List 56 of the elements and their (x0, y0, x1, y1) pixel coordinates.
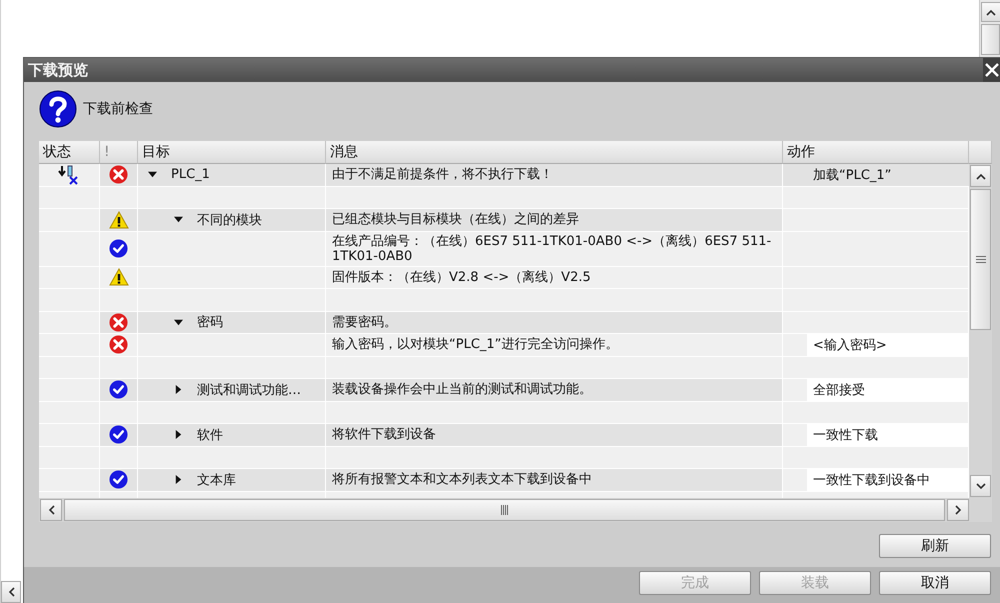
scroll-thumb[interactable] (64, 499, 945, 521)
scroll-right-button[interactable] (947, 499, 969, 521)
action-dropdown[interactable]: 全部接受 (807, 379, 969, 400)
scroll-up-button[interactable] (981, 2, 1000, 22)
message-text: 装载设备操作会中止当前的测试和调试功能。 (332, 381, 592, 400)
message-text: 由于不满足前提条件，将不执行下载！ (332, 166, 553, 184)
message-text: 输入密码，以对模块“PLC_1”进行完全访问操作。 (332, 336, 618, 354)
message-text: 需要密码。 (332, 314, 397, 332)
scroll-down-icon (976, 482, 986, 490)
scroll-thumb[interactable] (970, 189, 991, 330)
action-text: 加载“PLC_1” (783, 164, 969, 186)
heading: 下载前检查 (83, 100, 153, 118)
target-name: PLC_1 (171, 167, 210, 182)
collapsed-arrow-icon[interactable] (174, 430, 183, 440)
column-header[interactable]: 动作 (783, 141, 969, 164)
refresh-button[interactable]: 刷新 (879, 534, 991, 558)
target-name: 文本库 (197, 472, 236, 489)
scroll-left-icon (8, 587, 14, 597)
scroll-up-icon (986, 8, 996, 16)
header-corner (969, 141, 992, 164)
grip-icon (976, 256, 986, 263)
target-name: 测试和调试功能… (197, 382, 301, 399)
scroll-left-button[interactable] (40, 499, 62, 521)
scrollbar[interactable] (979, 0, 1000, 57)
scroll-thumb[interactable] (981, 24, 1000, 55)
scroll-up-icon (976, 172, 986, 180)
close-button[interactable] (983, 58, 1000, 82)
message-text: 将软件下载到设备 (332, 426, 436, 444)
action-dropdown[interactable]: <输入密码> (807, 334, 969, 356)
message-text: 将所有报警文本和文本列表文本下载到设备中 (332, 471, 592, 490)
target-name: 密码 (197, 314, 223, 332)
expanded-arrow-icon[interactable] (174, 215, 183, 224)
scroll-left-icon (48, 505, 54, 515)
close-icon (985, 63, 999, 77)
scroll-right-icon (954, 505, 962, 515)
expanded-arrow-icon[interactable] (148, 170, 157, 180)
collapsed-arrow-icon[interactable] (174, 385, 183, 394)
help-icon (39, 90, 77, 128)
dialog-button[interactable]: 取消 (879, 571, 991, 595)
message-text: 已组态模块与目标模块（在线）之间的差异 (332, 211, 579, 230)
target-name: 不同的模块 (197, 212, 262, 229)
action-dropdown[interactable]: 一致性下载 (807, 424, 969, 446)
grip-icon (501, 505, 508, 515)
message-text: 在线产品编号：（在线）6ES7 511-1TK01-0AB0 <->（离线）6ES7 511-1TK01-0AB0 (332, 232, 772, 266)
message-text: 固件版本：（在线）V2.8 <->（离线）V2.5 (332, 268, 591, 287)
scroll-down-button[interactable] (970, 475, 991, 497)
scroll-left-button[interactable] (1, 581, 21, 603)
scroll-up-button[interactable] (970, 165, 991, 187)
column-header[interactable]: 目标 (138, 141, 326, 164)
expanded-arrow-icon[interactable] (174, 318, 183, 327)
column-header[interactable]: 状态 (39, 141, 100, 164)
collapsed-arrow-icon[interactable] (174, 475, 183, 484)
column-header[interactable]: 消息 (326, 141, 783, 164)
target-name: 软件 (197, 426, 223, 444)
dialog-title: 下载预览 (28, 60, 88, 80)
action-dropdown[interactable]: 一致性下载到设备中 (807, 469, 969, 490)
